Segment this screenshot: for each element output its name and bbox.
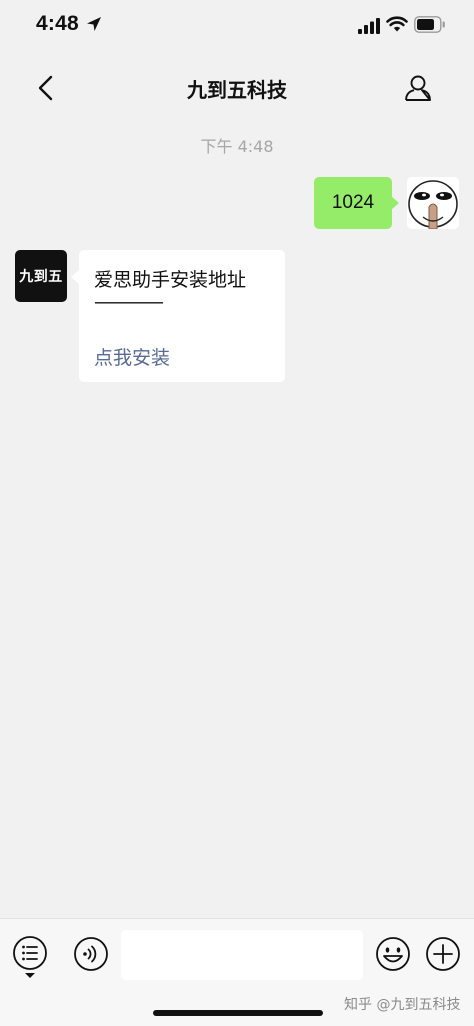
received-bubble-tail bbox=[71, 270, 79, 284]
install-link[interactable]: 点我安装 bbox=[94, 343, 170, 370]
message-timestamp: 下午 4:48 bbox=[200, 137, 274, 156]
nav-bar: 九到五科技 bbox=[0, 58, 474, 118]
received-message-bubble[interactable]: 爱思助手安装地址 ———— 点我安装 bbox=[79, 250, 285, 382]
self-avatar[interactable] bbox=[407, 177, 459, 229]
received-message-divider: ———— bbox=[94, 291, 164, 313]
watermark: 知乎 @九到五科技 bbox=[344, 997, 461, 1013]
contact-avatar-label: 九到五 bbox=[19, 269, 63, 285]
received-message-title: 爱思助手安装地址 bbox=[94, 269, 247, 291]
profile-button[interactable] bbox=[402, 72, 434, 104]
status-time: 4:48 bbox=[36, 12, 79, 35]
plus-circle-icon[interactable] bbox=[425, 936, 461, 972]
location-arrow-icon bbox=[87, 17, 101, 31]
status-bar: 4:48 bbox=[0, 0, 474, 54]
sent-bubble-tail bbox=[391, 196, 399, 210]
battery-icon bbox=[414, 16, 445, 33]
contact-avatar[interactable]: 九到五 bbox=[15, 250, 67, 302]
voice-icon[interactable] bbox=[73, 936, 109, 972]
sent-message-text: 1024 bbox=[331, 192, 375, 213]
sent-message-bubble[interactable]: 1024 bbox=[314, 177, 392, 229]
menu-list-icon[interactable] bbox=[12, 935, 48, 983]
meme-face-icon bbox=[407, 177, 459, 229]
smiley-icon[interactable] bbox=[375, 936, 411, 972]
wifi-icon bbox=[386, 16, 408, 32]
cellular-signal-icon bbox=[358, 18, 380, 34]
message-input[interactable] bbox=[121, 930, 363, 980]
home-indicator[interactable] bbox=[153, 1010, 323, 1016]
